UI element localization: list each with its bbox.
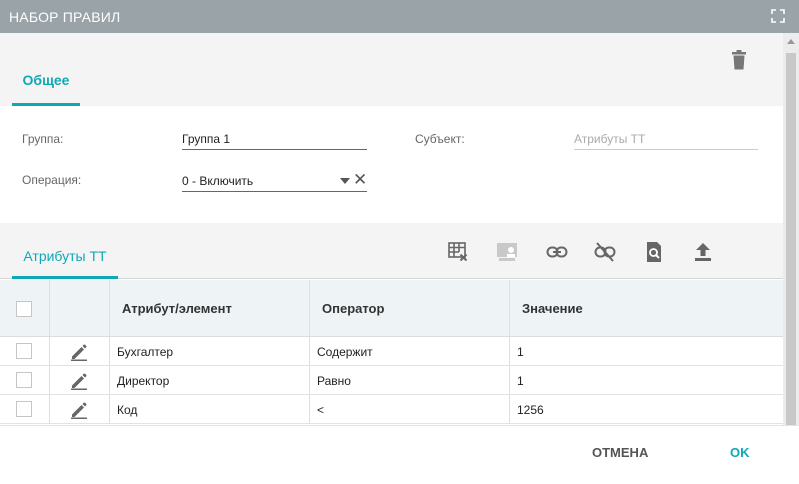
ok-button[interactable]: OK <box>730 445 750 460</box>
table-clear-icon[interactable] <box>447 241 469 263</box>
tab-attributes[interactable]: Атрибуты ТТ <box>12 234 118 279</box>
general-tab-bar: Общее <box>0 33 783 106</box>
group-label: Группа: <box>22 132 64 146</box>
header-value-label: Значение <box>522 301 583 316</box>
header-attribute[interactable]: Атрибут/элемент <box>110 280 310 336</box>
attributes-table: Атрибут/элемент Оператор Значение Бухгал… <box>0 280 783 424</box>
table-header: Атрибут/элемент Оператор Значение <box>0 280 783 337</box>
pencil-icon[interactable] <box>70 372 88 390</box>
scrollbar[interactable] <box>783 33 799 425</box>
pencil-icon[interactable] <box>70 343 88 361</box>
trash-icon[interactable] <box>731 50 747 70</box>
header-operator[interactable]: Оператор <box>310 280 510 336</box>
chevron-down-icon[interactable] <box>340 178 350 184</box>
row-checkbox[interactable] <box>16 343 32 359</box>
cell-attribute: Директор <box>117 374 170 388</box>
select-all-checkbox[interactable] <box>16 301 32 317</box>
header-attribute-label: Атрибут/элемент <box>122 301 232 316</box>
row-checkbox[interactable] <box>16 372 32 388</box>
header-edit-cell <box>50 280 110 336</box>
header-select-cell <box>0 280 50 336</box>
user-card-icon[interactable] <box>496 241 518 263</box>
operation-label: Операция: <box>22 173 82 187</box>
cell-operator: Содержит <box>317 345 373 359</box>
cell-value: 1256 <box>517 403 544 417</box>
operation-select[interactable]: 0 - Включить ✕ <box>182 170 367 192</box>
cell-operator: Равно <box>317 374 351 388</box>
maximize-icon[interactable] <box>771 9 785 23</box>
cell-operator: < <box>317 403 325 417</box>
header-operator-label: Оператор <box>322 301 385 316</box>
dialog-footer: ОТМЕНА OK <box>0 425 799 484</box>
group-field[interactable]: Группа 1 <box>182 128 367 150</box>
cell-value: 1 <box>517 374 524 388</box>
subject-placeholder: Атрибуты ТТ <box>574 132 646 146</box>
pencil-icon[interactable] <box>70 401 88 419</box>
cell-attribute: Бухгалтер <box>117 345 174 359</box>
subject-label: Субъект: <box>415 132 465 146</box>
cell-value: 1 <box>517 345 524 359</box>
title-bar: НАБОР ПРАВИЛ <box>0 0 799 33</box>
scroll-up-arrow-icon[interactable] <box>787 39 795 44</box>
unlink-icon[interactable] <box>594 241 616 263</box>
attributes-tab-bar: Атрибуты ТТ <box>0 223 783 279</box>
row-checkbox[interactable] <box>16 401 32 417</box>
tab-general[interactable]: Общее <box>12 67 80 106</box>
group-value: Группа 1 <box>182 132 231 146</box>
window-title: НАБОР ПРАВИЛ <box>9 9 121 25</box>
subject-field[interactable]: Атрибуты ТТ <box>574 128 758 150</box>
link-icon[interactable] <box>546 241 568 263</box>
document-search-icon[interactable] <box>643 241 665 263</box>
table-row[interactable]: Код < 1256 <box>0 395 783 424</box>
upload-icon[interactable] <box>692 241 714 263</box>
table-row[interactable]: Директор Равно 1 <box>0 366 783 395</box>
cell-attribute: Код <box>117 403 138 417</box>
scrollbar-thumb[interactable] <box>786 53 796 425</box>
clear-icon[interactable]: ✕ <box>353 171 367 188</box>
table-row[interactable]: Бухгалтер Содержит 1 <box>0 337 783 366</box>
operation-value: 0 - Включить <box>182 174 254 188</box>
cancel-button[interactable]: ОТМЕНА <box>592 445 648 460</box>
header-value[interactable]: Значение <box>510 280 783 336</box>
rule-form: Группа: Группа 1 Субъект: Атрибуты ТТ Оп… <box>0 106 783 223</box>
